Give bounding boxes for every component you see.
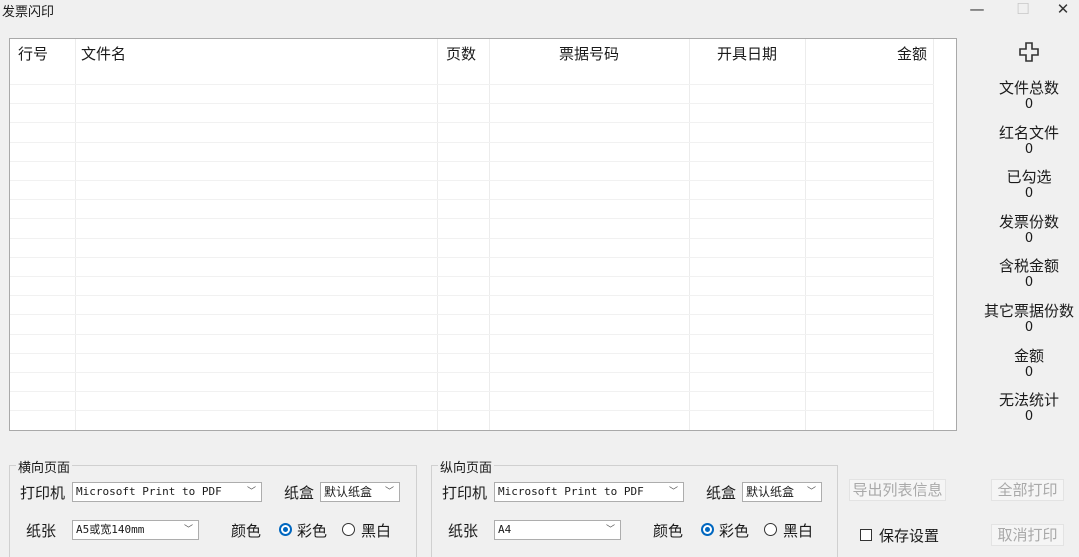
stat-label: 含税金额 [998, 257, 1059, 276]
stat-value: 0 [1024, 141, 1034, 157]
landscape-group [9, 465, 417, 557]
stat-item: 其它票据份数 0 [980, 301, 1078, 335]
stat-item: 已勾选 0 [980, 167, 1078, 201]
window-title: 发票闪印 [2, 5, 55, 20]
landscape-paper-label: 纸张 [26, 522, 57, 540]
stat-label: 发票份数 [998, 212, 1059, 231]
print-all-button[interactable]: 全部打印 [991, 479, 1064, 501]
landscape-bw-option[interactable]: 黑白 [361, 520, 391, 541]
close-button[interactable]: ✕ [1048, 0, 1078, 18]
stat-value: 0 [1024, 364, 1034, 380]
portrait-bw-radio[interactable] [764, 523, 777, 536]
row-divider [10, 161, 934, 162]
row-divider [10, 391, 934, 392]
row-divider [10, 122, 934, 123]
maximize-button[interactable]: ☐ [1008, 0, 1038, 18]
portrait-color-label: 颜色 [653, 522, 684, 540]
row-divider [10, 103, 934, 104]
portrait-paper-select[interactable]: A4 ﹀ [494, 520, 621, 540]
chevron-down-icon: ﹀ [246, 487, 256, 497]
row-divider [10, 314, 934, 315]
stat-label: 红名文件 [998, 123, 1059, 142]
stat-value: 0 [1024, 320, 1034, 335]
column-header-pages[interactable]: 页数 [446, 39, 476, 69]
stat-label: 文件总数 [998, 79, 1059, 97]
stat-item: 无法统计 0 [980, 390, 1078, 424]
portrait-group [431, 465, 838, 557]
row-divider [10, 199, 934, 200]
stat-label: 已勾选 [1006, 168, 1052, 187]
export-list-button[interactable]: 导出列表信息 [849, 479, 946, 501]
landscape-color-label: 颜色 [231, 522, 262, 540]
landscape-paper-value: A5或宽140mm [76, 523, 145, 536]
portrait-tray-label: 纸盒 [706, 484, 737, 502]
row-divider [10, 295, 934, 296]
landscape-tray-select[interactable]: 默认纸盒 ﹀ [320, 482, 400, 502]
row-divider [10, 180, 934, 181]
portrait-printer-label: 打印机 [442, 484, 488, 502]
landscape-color-option[interactable]: 彩色 [297, 520, 327, 541]
row-divider [10, 334, 934, 335]
stat-value: 0 [1024, 186, 1034, 202]
row-divider [10, 84, 934, 85]
minimize-button[interactable]: — [962, 0, 992, 18]
landscape-paper-select[interactable]: A5或宽140mm ﹀ [72, 520, 199, 540]
save-settings-label[interactable]: 保存设置 [879, 525, 939, 546]
stat-value: 0 [1024, 97, 1034, 112]
file-table[interactable]: 行号 文件名 页数 票据号码 开具日期 金额 [9, 38, 957, 431]
row-divider [10, 218, 934, 219]
stat-item: 文件总数 0 [980, 78, 1078, 112]
add-file-icon[interactable] [1014, 40, 1044, 64]
row-divider [10, 276, 934, 277]
portrait-printer-value: Microsoft Print to PDF [498, 485, 644, 498]
portrait-color-radio[interactable] [701, 523, 714, 536]
table-header: 行号 文件名 页数 票据号码 开具日期 金额 [10, 39, 956, 69]
row-divider [10, 238, 934, 239]
portrait-tray-value: 默认纸盒 [746, 485, 795, 499]
chevron-down-icon: ﹀ [605, 525, 615, 535]
landscape-tray-value: 默认纸盒 [324, 485, 373, 499]
portrait-bw-option[interactable]: 黑白 [783, 520, 813, 541]
row-divider [10, 257, 934, 258]
stat-label: 金额 [1013, 346, 1044, 365]
portrait-tray-select[interactable]: 默认纸盒 ﹀ [742, 482, 822, 502]
row-divider [10, 142, 934, 143]
chevron-down-icon: ﹀ [806, 487, 816, 497]
stat-label: 无法统计 [998, 391, 1059, 410]
stat-label: 其它票据份数 [983, 302, 1074, 320]
stat-value: 0 [1024, 275, 1034, 291]
landscape-group-label: 横向页面 [16, 457, 73, 476]
landscape-color-radio[interactable] [279, 523, 292, 536]
stat-value: 0 [1024, 230, 1034, 246]
stat-value: 0 [1024, 409, 1034, 425]
column-header-number[interactable]: 票据号码 [489, 39, 689, 69]
chevron-down-icon: ﹀ [668, 487, 678, 497]
chevron-down-icon: ﹀ [384, 487, 394, 497]
column-header-filename[interactable]: 文件名 [81, 39, 126, 69]
landscape-printer-value: Microsoft Print to PDF [76, 485, 222, 498]
cancel-print-button[interactable]: 取消打印 [991, 524, 1064, 546]
portrait-color-option[interactable]: 彩色 [719, 520, 749, 541]
landscape-tray-label: 纸盒 [284, 484, 315, 502]
portrait-paper-label: 纸张 [448, 522, 479, 540]
landscape-printer-label: 打印机 [20, 484, 66, 502]
column-header-amount[interactable]: 金额 [805, 39, 927, 69]
stat-item: 金额 0 [980, 346, 1078, 380]
save-settings-checkbox[interactable] [860, 529, 872, 541]
stat-item: 红名文件 0 [980, 123, 1078, 157]
portrait-group-label: 纵向页面 [438, 457, 495, 476]
landscape-bw-radio[interactable] [342, 523, 355, 536]
column-header-date[interactable]: 开具日期 [689, 39, 805, 69]
landscape-printer-select[interactable]: Microsoft Print to PDF ﹀ [72, 482, 262, 502]
portrait-paper-value: A4 [498, 523, 512, 536]
row-divider [10, 353, 934, 354]
chevron-down-icon: ﹀ [183, 525, 193, 535]
row-divider [10, 410, 934, 411]
stat-item: 含税金额 0 [980, 256, 1078, 290]
row-divider [10, 372, 934, 373]
column-header-row[interactable]: 行号 [18, 39, 48, 69]
row-divider [10, 430, 934, 431]
portrait-printer-select[interactable]: Microsoft Print to PDF ﹀ [494, 482, 684, 502]
stat-item: 发票份数 0 [980, 212, 1078, 246]
